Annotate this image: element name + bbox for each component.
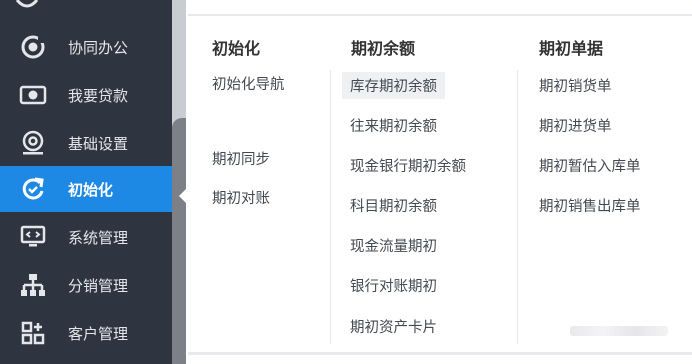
sidebar-item-label: 基础设置	[68, 134, 129, 153]
sidebar-item-loan[interactable]: 我要贷款	[0, 72, 172, 118]
menu-link-account-opening[interactable]: 科目期初余额	[350, 195, 437, 216]
sidebar-item-label: 协同办公	[68, 38, 129, 57]
menu-link-opening-estimated-inbound[interactable]: 期初暂估入库单	[539, 155, 641, 176]
column-title-opening-documents: 期初单据	[539, 39, 604, 58]
settings-icon	[18, 128, 48, 158]
column-divider	[330, 70, 331, 344]
column-divider	[517, 70, 518, 344]
distribution-icon	[18, 270, 48, 300]
sidebar-item-customer[interactable]: 客户管理	[0, 310, 172, 356]
menu-link-opening-sales-outbound[interactable]: 期初销售出库单	[539, 195, 641, 216]
sidebar: 协同办公 我要贷款 基础设置 初始化 系统管理 分销管理 客户管理	[0, 0, 172, 364]
system-monitor-icon	[18, 222, 48, 252]
sidebar-item-collaboration[interactable]: 协同办公	[0, 24, 172, 70]
sidebar-item-label: 分销管理	[68, 276, 129, 295]
initialize-icon	[18, 174, 48, 204]
partial-icon	[15, 0, 39, 8]
column-title-initialize: 初始化	[212, 39, 261, 58]
panel-bottom-border	[188, 352, 692, 355]
sidebar-item-label: 系统管理	[68, 228, 129, 247]
menu-link-asset-card-opening[interactable]: 期初资产卡片	[350, 316, 437, 337]
scrollbar-thumb[interactable]	[172, 118, 186, 364]
sidebar-item-system[interactable]: 系统管理	[0, 214, 172, 260]
loan-icon	[18, 80, 48, 110]
watermark	[570, 326, 668, 336]
menu-link-bank-reconcile-opening[interactable]: 银行对账期初	[350, 275, 437, 296]
menu-link-opening-sales[interactable]: 期初销货单	[539, 75, 612, 96]
menu-link-ar-ap-opening[interactable]: 往来期初余额	[350, 115, 437, 136]
menu-link-cashflow-opening[interactable]: 现金流量期初	[350, 235, 437, 256]
initialize-menu-panel	[188, 16, 692, 354]
sidebar-item-initialize[interactable]: 初始化	[0, 166, 172, 212]
sidebar-item-label: 我要贷款	[68, 86, 129, 105]
menu-link-inventory-opening[interactable]: 库存期初余额	[342, 72, 445, 99]
menu-link-cash-bank-opening[interactable]: 现金银行期初余额	[350, 155, 466, 176]
customer-icon	[18, 318, 48, 348]
menu-link-init-guide[interactable]: 初始化导航	[212, 73, 285, 94]
sidebar-item-distribution[interactable]: 分销管理	[0, 262, 172, 308]
column-title-opening-balance: 期初余额	[351, 39, 416, 58]
sidebar-item-label: 客户管理	[68, 324, 129, 343]
menu-link-opening-purchase[interactable]: 期初进货单	[539, 115, 612, 136]
menu-link-opening-sync[interactable]: 期初同步	[212, 148, 270, 169]
collaboration-icon	[18, 32, 48, 62]
sidebar-item-base-settings[interactable]: 基础设置	[0, 120, 172, 166]
menu-link-opening-reconcile[interactable]: 期初对账	[212, 187, 270, 208]
menu-pointer-arrow	[179, 187, 188, 205]
sidebar-item-label: 初始化	[68, 180, 114, 199]
